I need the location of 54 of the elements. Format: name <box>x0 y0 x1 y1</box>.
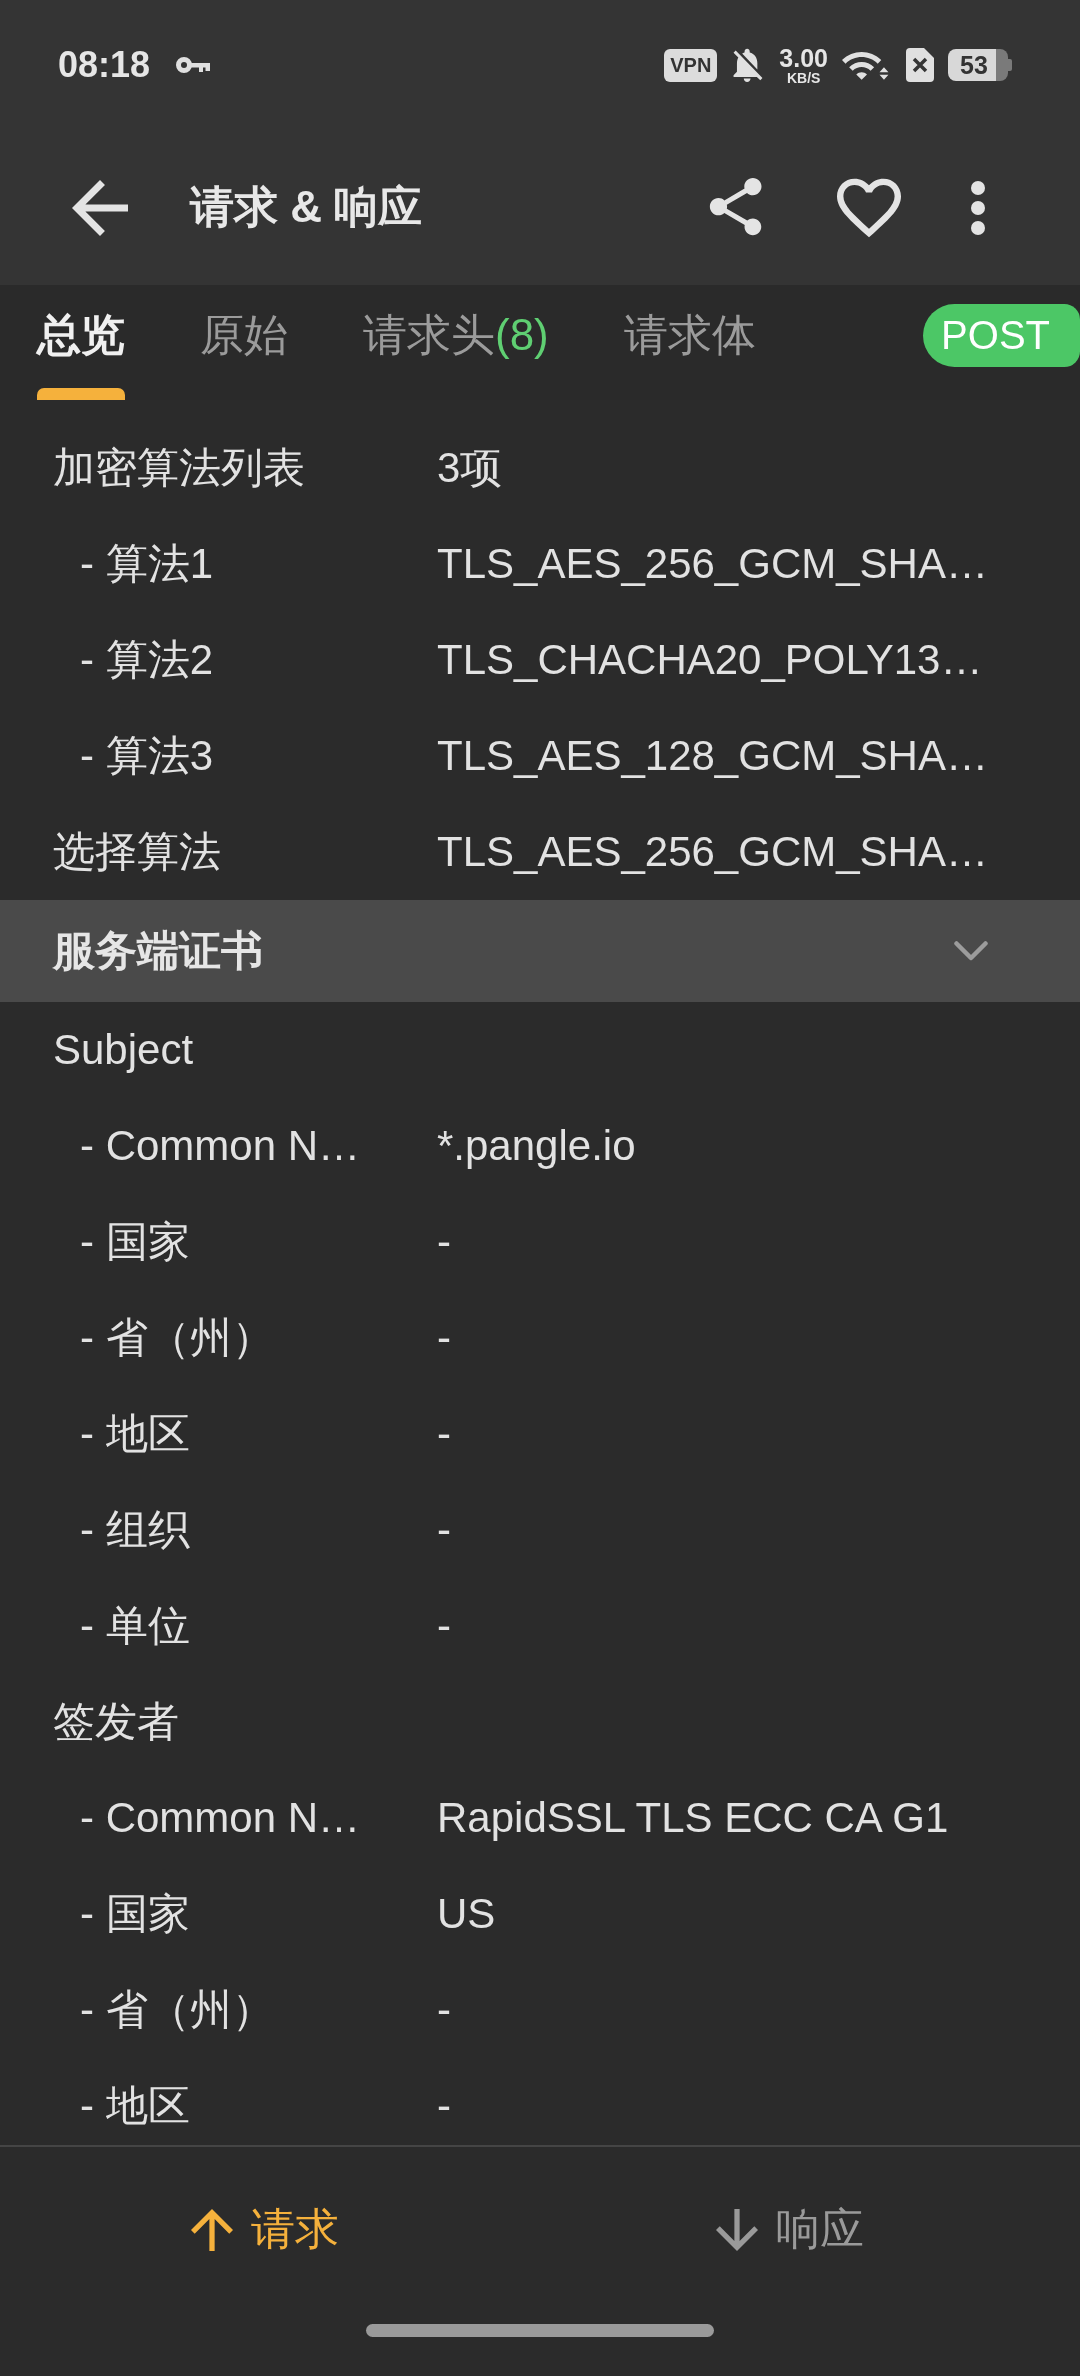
field-value: - <box>437 1218 451 1266</box>
field-value: - <box>437 1986 451 2034</box>
arrow-up-icon <box>191 2208 233 2251</box>
nav-tab[interactable]: 请求 <box>181 2186 349 2273</box>
field-label: - 地区 <box>80 2081 191 2131</box>
field-label: - 国家 <box>80 1217 191 1267</box>
nav-tab[interactable]: 响应 <box>706 2186 874 2273</box>
field-value: *.pangle.io <box>437 1122 636 1170</box>
key-icon <box>176 56 211 74</box>
field-value: TLS_AES_256_GCM_SHA… <box>437 828 988 876</box>
field-label: - 单位 <box>80 1601 191 1651</box>
field-label: - Common N… <box>80 1122 362 1170</box>
field-label: - 省（州） <box>80 1985 275 2035</box>
vpn-badge: VPN <box>664 48 718 82</box>
field-label: - 算法1 <box>80 539 214 589</box>
arrow-down-icon <box>716 2208 758 2251</box>
battery-indicator: 53 <box>948 49 1012 81</box>
field-label: - Common N… <box>80 1794 362 1842</box>
field-value: - <box>437 1506 451 1554</box>
field-label: Subject <box>53 1026 195 1074</box>
field-label: - 地区 <box>80 1409 191 1459</box>
field-label: - 算法3 <box>80 731 214 781</box>
field-value: - <box>437 1410 451 1458</box>
field-label: - 算法2 <box>80 635 214 685</box>
field-value: - <box>437 1602 451 1650</box>
page-title: 请求 & 响应 <box>190 181 423 233</box>
tab[interactable]: 原始 <box>200 285 288 400</box>
back-arrow-icon <box>72 179 128 236</box>
field-label: 加密算法列表 <box>53 443 306 493</box>
tab[interactable]: 请求体 <box>623 285 756 400</box>
field-label: 选择算法 <box>53 827 222 877</box>
field-label: 签发者 <box>53 1697 180 1747</box>
field-value: TLS_AES_128_GCM_SHA… <box>437 732 988 780</box>
section-header[interactable]: 服务端证书 <box>0 900 1080 1002</box>
network-speed-unit: KB/S <box>786 70 821 85</box>
method-badge: POST <box>923 304 1080 367</box>
tab[interactable]: 总览 <box>37 285 125 400</box>
field-value: 3项 <box>437 443 503 493</box>
field-label: - 国家 <box>80 1889 191 1939</box>
status-time: 08:18 <box>58 44 151 86</box>
field-value: US <box>437 1890 496 1938</box>
field-value: RapidSSL TLS ECC CA G1 <box>437 1794 949 1842</box>
field-value: - <box>437 2082 451 2130</box>
field-label: - 省（州） <box>80 1313 275 1363</box>
field-value: - <box>437 1314 451 1362</box>
network-speed: 3.00 <box>779 45 828 71</box>
field-value: TLS_AES_256_GCM_SHA… <box>437 540 988 588</box>
field-label: - 组织 <box>80 1505 191 1555</box>
tab[interactable]: 请求头(8) <box>363 285 549 400</box>
tab-count: (8) <box>495 310 549 359</box>
section-title: 服务端证书 <box>53 926 263 976</box>
more-icon <box>971 180 985 235</box>
field-value: TLS_CHACHA20_POLY13… <box>437 636 983 684</box>
sim-card-icon <box>906 48 934 82</box>
